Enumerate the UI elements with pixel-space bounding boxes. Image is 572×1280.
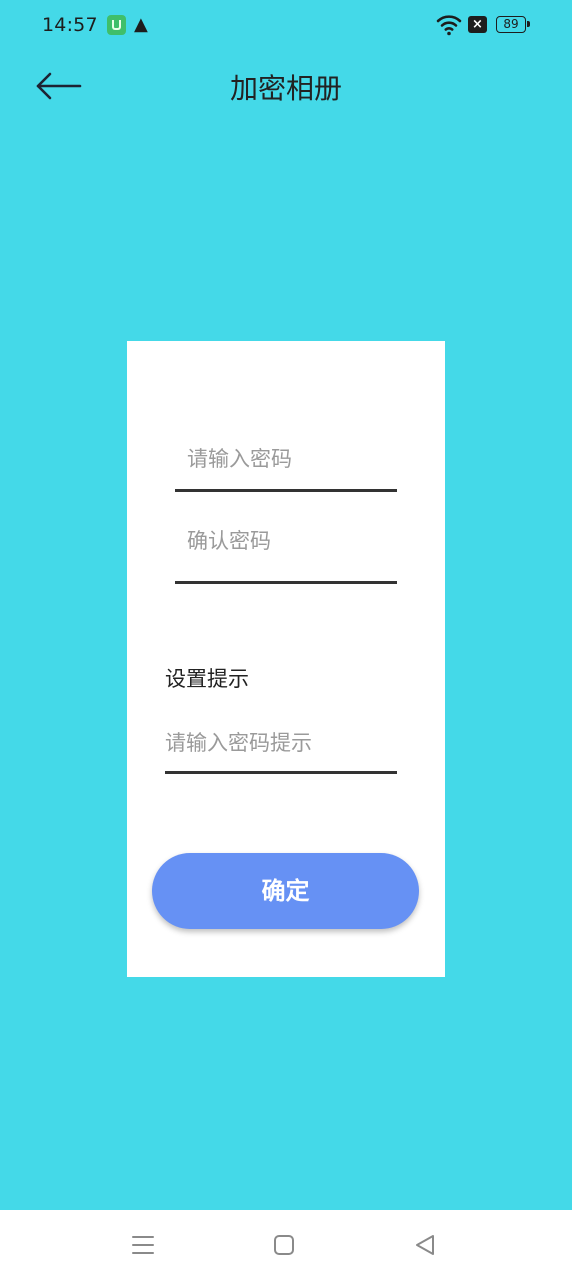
menu-button[interactable]	[113, 1210, 173, 1280]
password-underline	[175, 489, 397, 492]
app-notification-icon	[107, 15, 126, 35]
hint-underline	[165, 771, 397, 774]
home-button[interactable]	[254, 1210, 314, 1280]
back-icon	[416, 1235, 434, 1255]
battery-level: 89	[503, 17, 519, 31]
confirm-password-field	[187, 521, 397, 561]
battery-icon: 89	[496, 16, 530, 33]
status-bar: 14:57 ▲ × 89	[0, 0, 572, 52]
menu-icon	[132, 1236, 154, 1254]
hint-label: 设置提示	[165, 667, 249, 691]
warning-icon: ▲	[134, 14, 148, 35]
confirm-password-input[interactable]	[187, 521, 397, 561]
system-back-button[interactable]	[395, 1210, 455, 1280]
password-form-card: 设置提示 确定	[127, 341, 445, 977]
notification-close-icon: ×	[468, 16, 487, 33]
hint-field	[165, 723, 397, 763]
home-icon	[274, 1235, 294, 1255]
page-title: 加密相册	[229, 72, 342, 105]
password-field	[187, 439, 397, 479]
confirm-password-underline	[175, 581, 397, 584]
status-time: 14:57	[42, 14, 98, 36]
confirm-button[interactable]: 确定	[152, 853, 419, 929]
wifi-icon	[436, 14, 462, 36]
password-input[interactable]	[187, 439, 397, 479]
navigation-bar	[0, 1210, 572, 1280]
hint-input[interactable]	[165, 723, 397, 763]
